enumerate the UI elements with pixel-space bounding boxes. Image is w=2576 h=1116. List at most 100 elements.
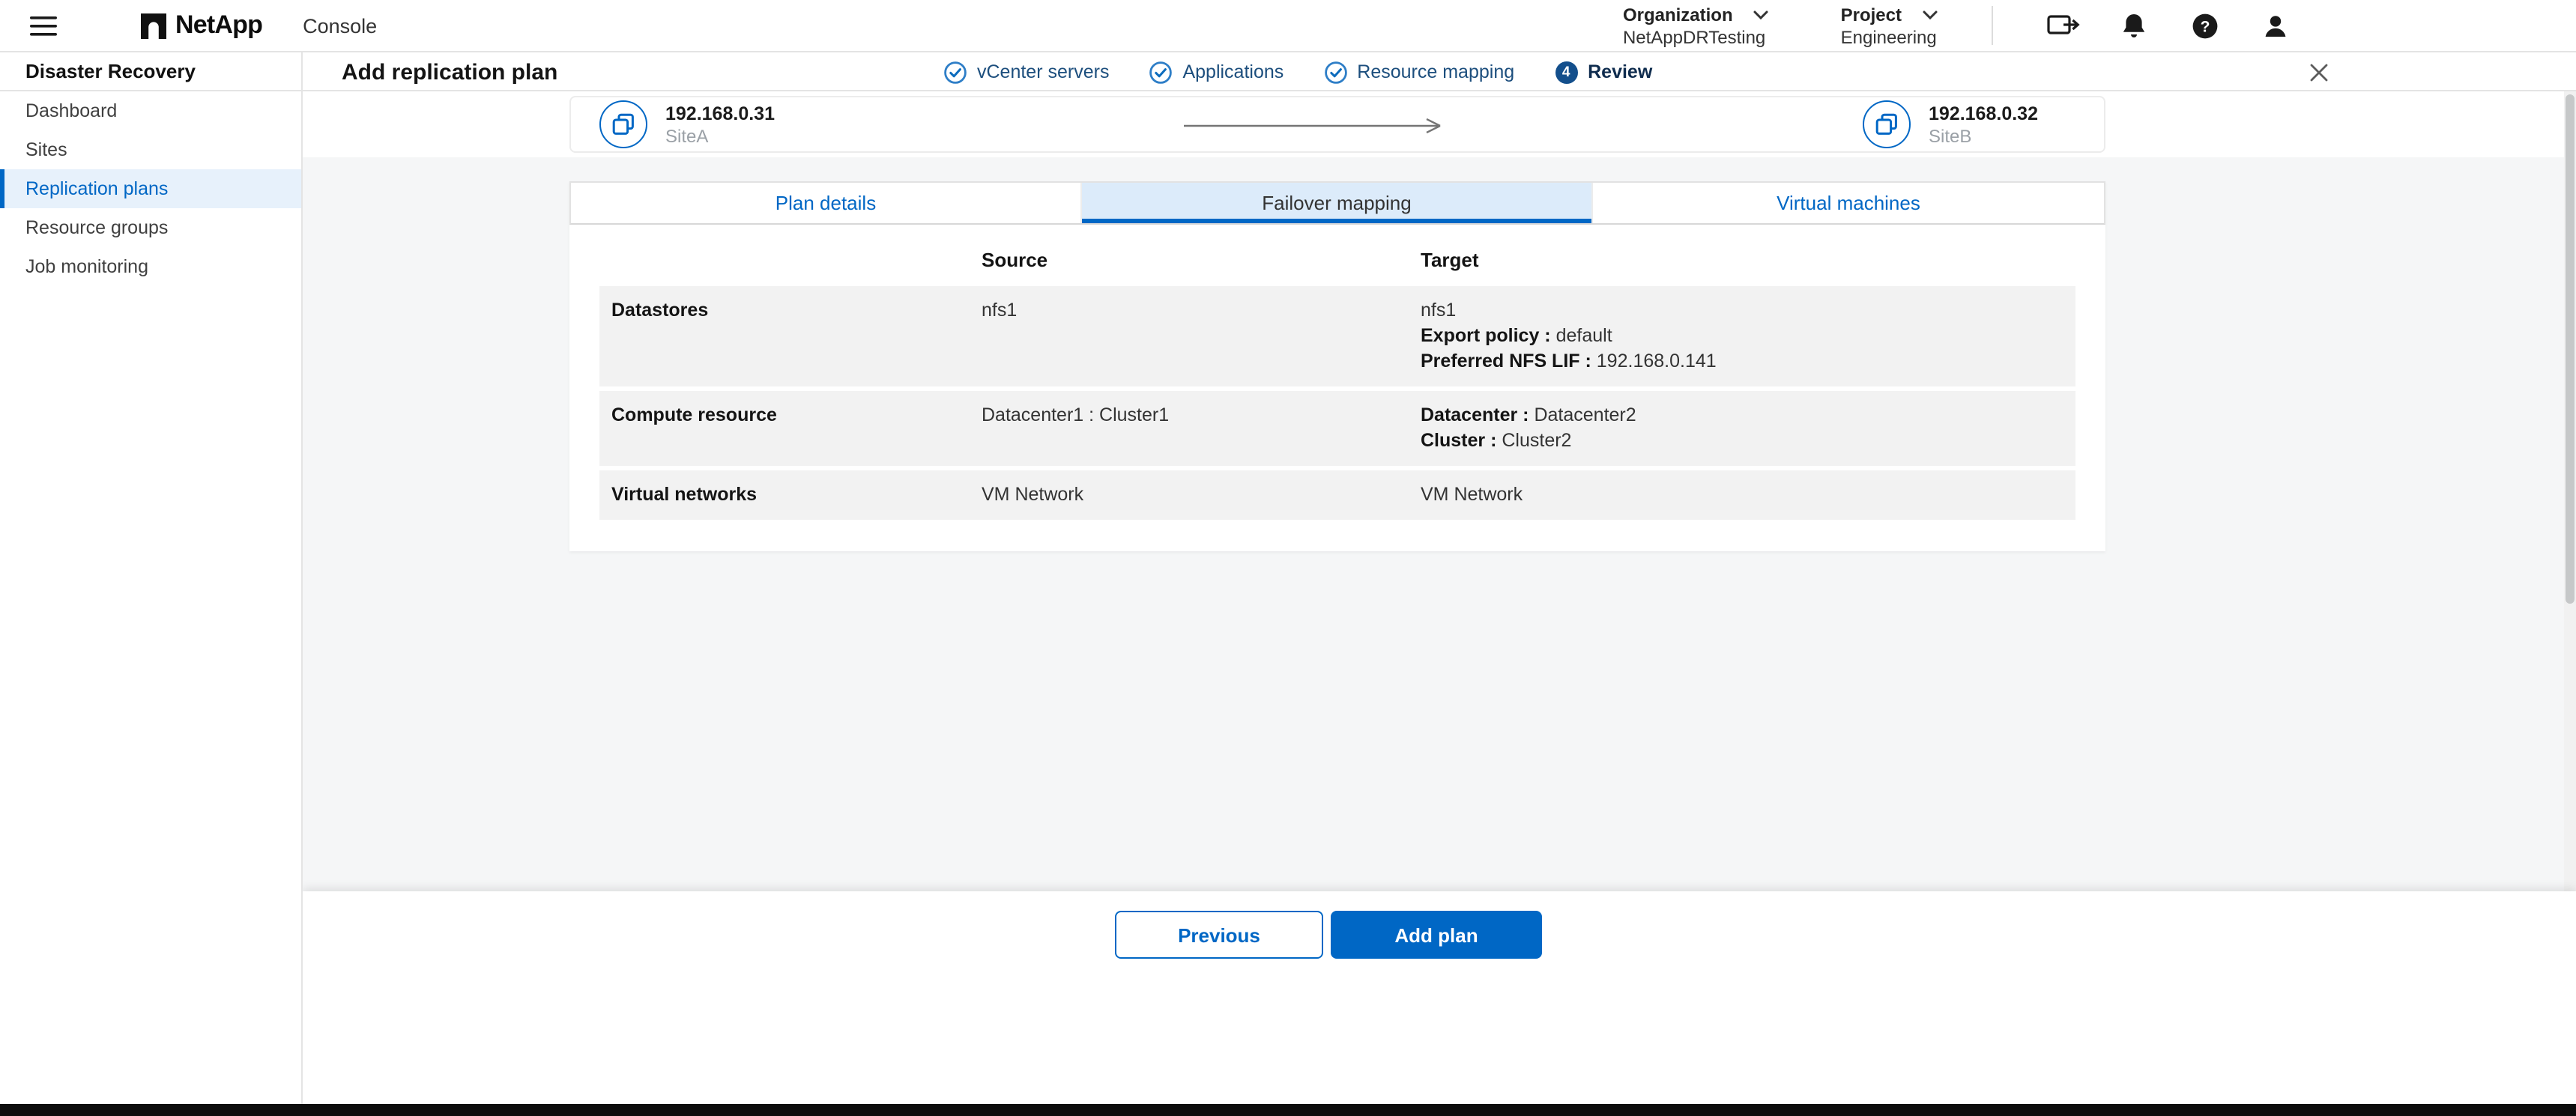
- tab-plan-details[interactable]: Plan details: [571, 183, 1082, 223]
- step-label: Review: [1588, 61, 1652, 82]
- project-value: Engineering: [1841, 26, 1938, 47]
- hamburger-menu-icon: [30, 16, 57, 35]
- organization-label: Organization: [1623, 4, 1733, 25]
- table-row-compute-resource: Compute resource Datacenter1 : Cluster1 …: [599, 391, 2075, 466]
- source-site-info: 192.168.0.31 SiteA: [665, 103, 775, 146]
- row-category: Compute resource: [611, 403, 982, 454]
- previous-button[interactable]: Previous: [1115, 911, 1323, 959]
- sidebar-item-job-monitoring[interactable]: Job monitoring: [0, 247, 301, 286]
- target-line-value: VM Network: [1421, 484, 1523, 505]
- sidebar-item-replication-plans[interactable]: Replication plans: [0, 169, 301, 208]
- tab-failover-mapping[interactable]: Failover mapping: [1082, 183, 1593, 223]
- notifications-button[interactable]: [2111, 3, 2156, 48]
- table-header-category: [611, 249, 982, 271]
- svg-text:?: ?: [2200, 17, 2210, 34]
- step-vcenter-servers[interactable]: vCenter servers: [944, 61, 1109, 83]
- row-target-values: nfs1 Export policy : default Preferred N…: [1421, 298, 2075, 374]
- scrollbar[interactable]: [2564, 91, 2576, 891]
- source-site-name: SiteA: [665, 125, 775, 146]
- step-review[interactable]: 4 Review: [1555, 61, 1652, 83]
- step-complete-check-icon: [944, 61, 967, 83]
- step-label: Applications: [1182, 61, 1284, 82]
- row-category: Datastores: [611, 298, 982, 374]
- target-line-label: Datacenter :: [1421, 404, 1534, 425]
- review-panel: Plan details Failover mapping Virtual ma…: [569, 181, 2105, 551]
- site-icon: [1863, 100, 1911, 148]
- netapp-logo-icon: [141, 13, 166, 38]
- target-line: Export policy : default: [1421, 324, 2075, 349]
- close-icon: [2309, 62, 2328, 82]
- top-app-bar: NetApp Console Organization NetAppDRTest…: [0, 0, 2576, 52]
- step-label: Resource mapping: [1357, 61, 1514, 82]
- step-resource-mapping[interactable]: Resource mapping: [1324, 61, 1514, 83]
- sidebar-item-dashboard[interactable]: Dashboard: [0, 91, 301, 130]
- step-number-badge: 4: [1555, 61, 1577, 83]
- target-line-label: Cluster :: [1421, 430, 1502, 451]
- bell-icon: [2120, 11, 2147, 40]
- organization-picker-top: Organization: [1623, 4, 1769, 25]
- hamburger-menu-button[interactable]: [27, 9, 60, 42]
- target-line: Preferred NFS LIF : 192.168.0.141: [1421, 349, 2075, 374]
- page-title: Add replication plan: [342, 52, 557, 91]
- tab-virtual-machines[interactable]: Virtual machines: [1593, 183, 2104, 223]
- topbar-right: Organization NetAppDRTesting Project Eng…: [1623, 3, 2576, 48]
- organization-value: NetAppDRTesting: [1623, 26, 1769, 47]
- project-label: Project: [1841, 4, 1902, 25]
- scrollbar-thumb[interactable]: [2566, 94, 2575, 604]
- chevron-down-icon: [1754, 10, 1769, 19]
- project-picker[interactable]: Project Engineering: [1841, 4, 1938, 47]
- source-site-ip: 192.168.0.31: [665, 103, 775, 125]
- row-target-values: VM Network: [1421, 482, 2075, 508]
- site-icon: [599, 100, 647, 148]
- row-source-value: VM Network: [982, 482, 1421, 508]
- target-line-label: Preferred NFS LIF :: [1421, 351, 1597, 372]
- destination-site-ip: 192.168.0.32: [1929, 103, 2038, 125]
- destination-site-info: 192.168.0.32 SiteB: [1929, 103, 2038, 146]
- table-row-datastores: Datastores nfs1 nfs1 Export policy : def…: [599, 286, 2075, 386]
- wizard-content: 192.168.0.31 SiteA 192.168.0.32 SiteB: [303, 91, 2576, 891]
- table-header-target: Target: [1421, 249, 2075, 271]
- console-switcher-button[interactable]: [2041, 3, 2086, 48]
- account-icon: [2261, 11, 2289, 40]
- organization-picker[interactable]: Organization NetAppDRTesting: [1623, 4, 1769, 47]
- topbar-icons: ?: [2016, 3, 2297, 48]
- wizard-footer: Previous Add plan: [303, 891, 2576, 1104]
- failover-mapping-table: Source Target Datastores nfs1 nfs1 Expor…: [569, 225, 2105, 551]
- topbar-left: NetApp Console: [0, 9, 377, 42]
- target-line-value: Cluster2: [1502, 430, 1571, 451]
- product-name: Console: [303, 14, 377, 37]
- brand-name: NetApp: [175, 10, 262, 40]
- account-button[interactable]: [2252, 3, 2297, 48]
- bottom-black-strip: [0, 1104, 2576, 1116]
- topbar-divider: [1992, 6, 1993, 45]
- target-line-label: Export policy :: [1421, 325, 1556, 346]
- sidebar: Disaster Recovery Dashboard Sites Replic…: [0, 52, 303, 1104]
- review-tabs: Plan details Failover mapping Virtual ma…: [569, 181, 2105, 225]
- row-category: Virtual networks: [611, 482, 982, 508]
- target-line: Cluster : Cluster2: [1421, 428, 2075, 454]
- console-switcher-icon: [2047, 12, 2080, 39]
- target-line: nfs1: [1421, 298, 2075, 324]
- sidebar-item-resource-groups[interactable]: Resource groups: [0, 208, 301, 247]
- wizard-header: Add replication plan vCenter servers App…: [303, 52, 2576, 91]
- step-complete-check-icon: [1149, 61, 1172, 83]
- close-wizard-button[interactable]: [2302, 55, 2335, 88]
- target-line-value: Datacenter2: [1534, 404, 1636, 425]
- replication-sites-card: 192.168.0.31 SiteA 192.168.0.32 SiteB: [569, 96, 2105, 153]
- netapp-logo: NetApp: [141, 10, 262, 40]
- destination-site: 192.168.0.32 SiteB: [1863, 97, 2038, 151]
- target-line-value: nfs1: [1421, 300, 1456, 321]
- help-icon: ?: [2190, 11, 2219, 40]
- help-button[interactable]: ?: [2182, 3, 2227, 48]
- chevron-down-icon: [1923, 10, 1938, 19]
- row-source-value: nfs1: [982, 298, 1421, 374]
- destination-site-name: SiteB: [1929, 125, 2038, 146]
- source-site: 192.168.0.31 SiteA: [599, 97, 775, 151]
- target-line-value: default: [1556, 325, 1612, 346]
- sidebar-item-sites[interactable]: Sites: [0, 130, 301, 169]
- site-band: 192.168.0.31 SiteA 192.168.0.32 SiteB: [303, 91, 2576, 157]
- step-applications[interactable]: Applications: [1149, 61, 1284, 83]
- step-label: vCenter servers: [977, 61, 1109, 82]
- add-plan-button[interactable]: Add plan: [1331, 911, 1542, 959]
- table-row-virtual-networks: Virtual networks VM Network VM Network: [599, 470, 2075, 520]
